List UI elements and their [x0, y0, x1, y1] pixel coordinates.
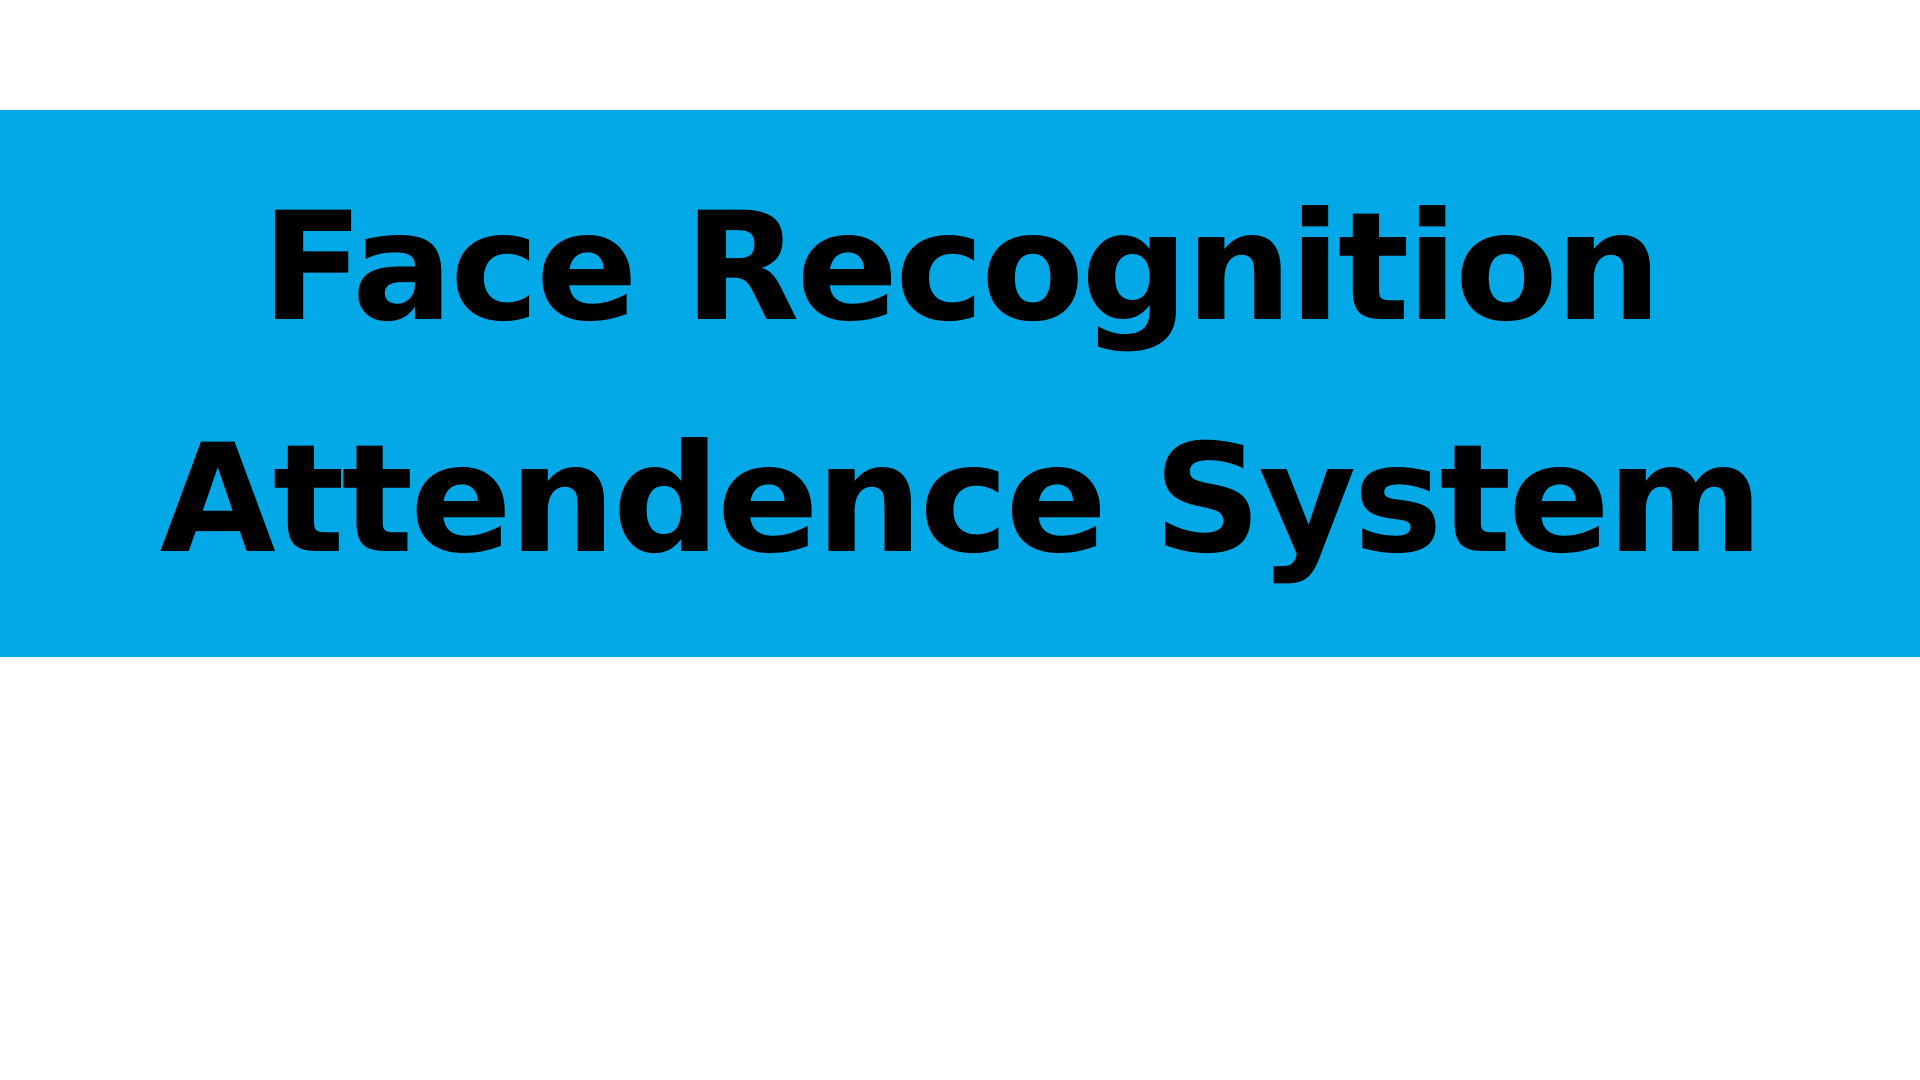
title-line-2: Attendence System [159, 412, 1764, 587]
title-banner: Face Recognition Attendence System [0, 110, 1920, 657]
page: Face Recognition Attendence System [0, 0, 1920, 1080]
title-line-1: Face Recognition [261, 180, 1662, 355]
